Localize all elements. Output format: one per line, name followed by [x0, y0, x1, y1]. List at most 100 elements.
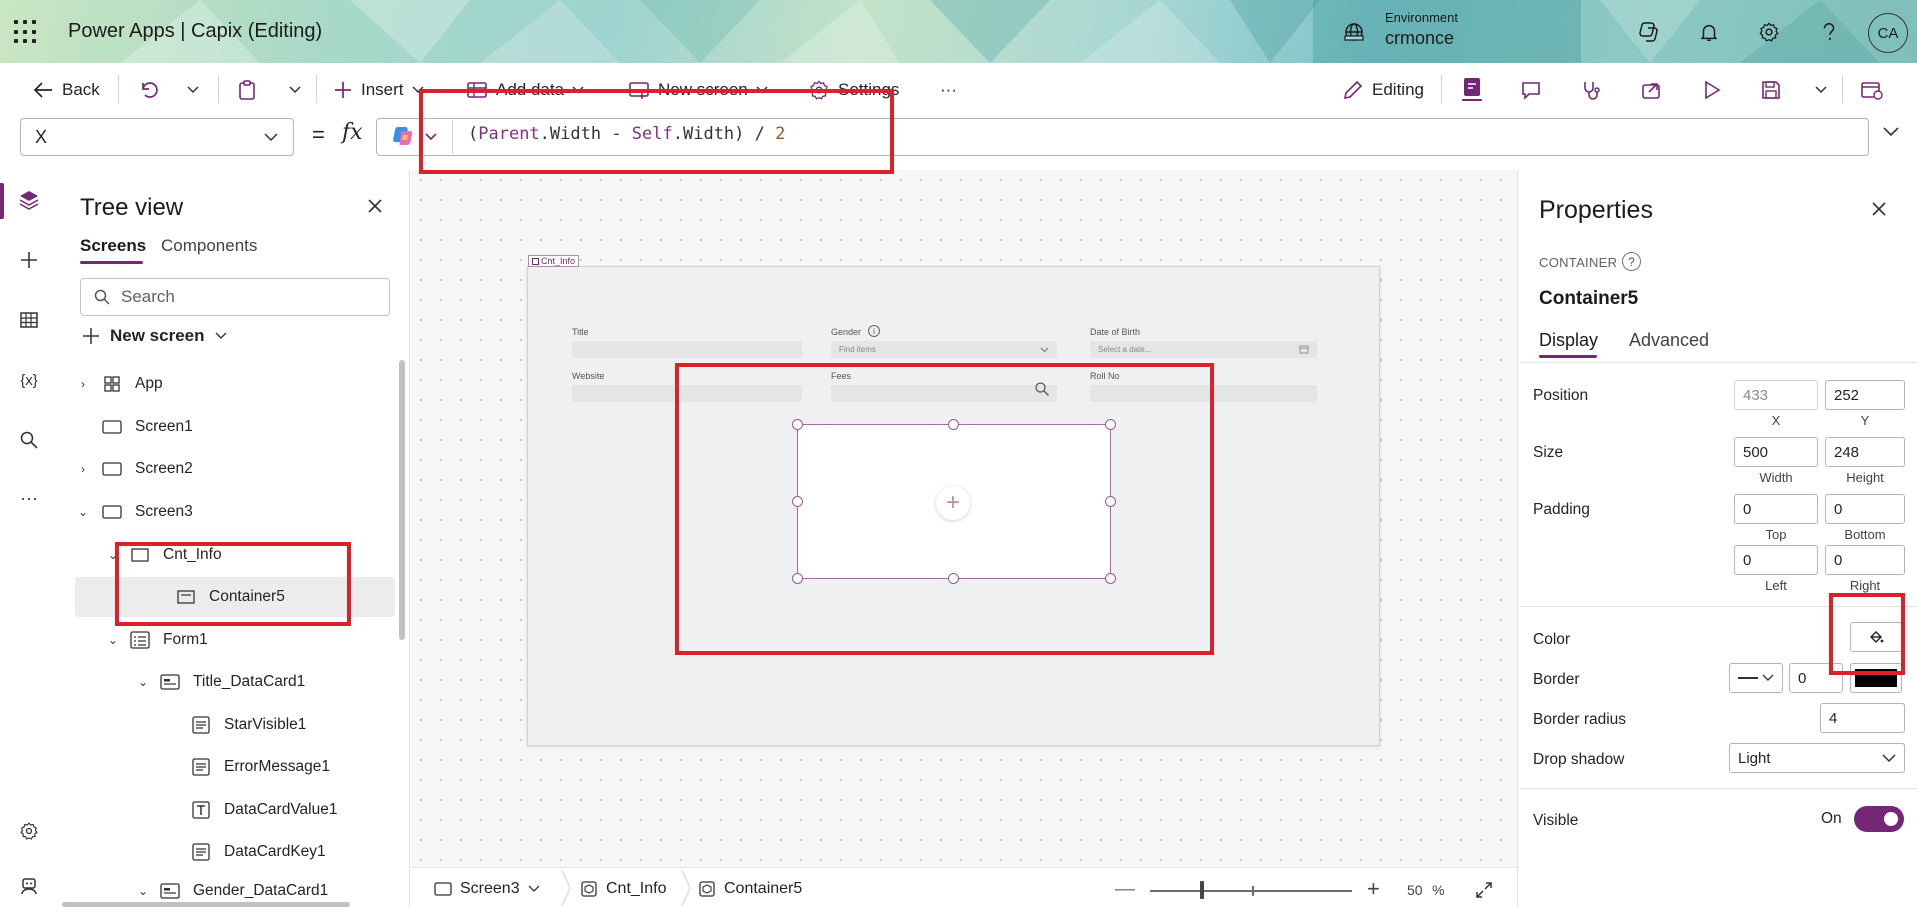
breadcrumb-container5[interactable]: Container5	[698, 880, 802, 898]
close-icon[interactable]	[367, 198, 383, 214]
zoom-slider[interactable]	[1150, 890, 1352, 892]
paste-dropdown-button[interactable]	[288, 78, 302, 102]
virtual-agent-icon[interactable]	[17, 874, 41, 898]
variables-icon[interactable]: {x}	[17, 368, 41, 392]
tab-screens[interactable]: Screens	[80, 236, 146, 256]
more-commands-button[interactable]: ···	[940, 78, 957, 102]
chevron-right-icon[interactable]: ›	[75, 377, 91, 391]
resize-handle-left[interactable]	[792, 496, 803, 507]
tree-view-layers-icon[interactable]	[17, 188, 41, 212]
monitor-button[interactable]	[1580, 78, 1602, 102]
tree-horizontal-scrollbar[interactable]	[62, 902, 350, 907]
fit-to-window-icon[interactable]	[1474, 880, 1494, 900]
field-input-website[interactable]	[572, 385, 802, 402]
notifications-icon[interactable]	[1696, 19, 1722, 45]
app-checker-button[interactable]	[1460, 76, 1484, 101]
tree-item-datacardkey1[interactable]: DataCardKey1	[190, 832, 395, 872]
border-width-input[interactable]: 0	[1789, 663, 1843, 693]
field-input-gender[interactable]: Find items	[831, 341, 1057, 358]
settings-button[interactable]: Settings	[808, 78, 899, 102]
tree-item-container5[interactable]: Container5	[75, 577, 395, 617]
tree-item-screen1[interactable]: Screen1	[75, 407, 395, 447]
chevron-down-icon[interactable]: ⌄	[105, 548, 121, 562]
rail-settings-icon[interactable]	[17, 819, 41, 843]
resize-handle-top[interactable]	[948, 419, 959, 430]
paste-button[interactable]	[236, 78, 258, 102]
zoom-out-button[interactable]: —	[1115, 878, 1135, 901]
border-color-picker[interactable]	[1850, 663, 1902, 693]
resize-handle-bottom-right[interactable]	[1105, 573, 1116, 584]
app-launcher-icon[interactable]	[14, 20, 38, 44]
save-dropdown-button[interactable]	[1814, 78, 1828, 102]
tree-item-starvisible1[interactable]: StarVisible1	[190, 705, 395, 745]
padding-bottom-input[interactable]: 0	[1825, 494, 1905, 524]
tree-item-errormessage1[interactable]: ErrorMessage1	[190, 747, 395, 787]
tree-item-app[interactable]: › App	[75, 364, 395, 404]
search-icon[interactable]	[17, 428, 41, 452]
tab-components[interactable]: Components	[161, 236, 257, 256]
copilot-icon[interactable]	[1636, 19, 1662, 45]
drop-shadow-dropdown[interactable]: Light	[1729, 743, 1905, 773]
resize-handle-top-left[interactable]	[792, 419, 803, 430]
undo-button[interactable]	[138, 78, 160, 102]
tree-item-title-datacard1[interactable]: ⌄ Title_DataCard1	[135, 662, 395, 702]
chevron-right-icon[interactable]: ›	[75, 462, 91, 476]
user-avatar[interactable]: CA	[1868, 13, 1908, 53]
resize-handle-top-right[interactable]	[1105, 419, 1116, 430]
back-button[interactable]: Back	[32, 78, 100, 102]
width-input[interactable]: 500	[1734, 437, 1818, 467]
visible-toggle[interactable]	[1854, 806, 1904, 832]
zoom-slider-thumb[interactable]	[1200, 881, 1204, 899]
field-input-dob[interactable]: Select a date...	[1090, 341, 1317, 358]
field-input-title[interactable]	[572, 341, 802, 358]
help-icon[interactable]: ?	[1622, 252, 1641, 271]
comments-button[interactable]	[1520, 78, 1542, 102]
position-y-input[interactable]: 252	[1825, 380, 1905, 410]
tree-item-screen3[interactable]: ⌄ Screen3	[75, 492, 395, 532]
breadcrumb-screen3[interactable]: Screen3	[434, 880, 540, 898]
border-radius-input[interactable]: 4	[1820, 703, 1905, 733]
field-input-fees[interactable]	[831, 385, 1057, 402]
copilot-formula-icon[interactable]	[392, 125, 414, 147]
new-screen-button[interactable]: New screen	[628, 78, 768, 102]
insert-plus-icon[interactable]	[17, 248, 41, 272]
more-icon[interactable]: ···	[17, 486, 41, 510]
share-button[interactable]	[1640, 78, 1662, 102]
add-data-button[interactable]: Add data	[466, 78, 584, 102]
tree-item-form1[interactable]: ⌄ Form1	[105, 620, 395, 660]
resize-handle-bottom[interactable]	[948, 573, 959, 584]
save-button[interactable]	[1760, 78, 1782, 102]
resize-handle-bottom-left[interactable]	[792, 573, 803, 584]
editing-mode-button[interactable]: Editing	[1342, 78, 1424, 102]
tab-display[interactable]: Display	[1539, 330, 1598, 351]
property-selector[interactable]: X	[20, 118, 294, 156]
padding-left-input[interactable]: 0	[1734, 545, 1818, 575]
padding-top-input[interactable]: 0	[1734, 494, 1818, 524]
field-input-roll-no[interactable]	[1090, 385, 1317, 402]
tree-item-cnt-info[interactable]: ⌄ Cnt_Info	[105, 535, 395, 575]
tree-search-input[interactable]: Search	[80, 278, 390, 316]
chevron-down-icon[interactable]: ⌄	[135, 884, 151, 898]
chevron-down-icon[interactable]	[424, 132, 438, 142]
breadcrumb-cnt-info[interactable]: Cnt_Info	[580, 880, 666, 898]
preview-play-button[interactable]	[1702, 78, 1722, 102]
color-picker-button[interactable]	[1850, 622, 1902, 652]
close-icon[interactable]	[1871, 201, 1887, 217]
border-style-dropdown[interactable]	[1729, 663, 1783, 693]
tree-item-screen2[interactable]: › Screen2	[75, 449, 395, 489]
position-x-input[interactable]: 433	[1734, 380, 1818, 410]
chevron-down-icon[interactable]: ⌄	[75, 505, 91, 519]
tab-advanced[interactable]: Advanced	[1629, 330, 1709, 351]
help-icon[interactable]	[1816, 19, 1842, 45]
chevron-down-icon[interactable]: ⌄	[135, 675, 151, 689]
resize-handle-right[interactable]	[1105, 496, 1116, 507]
height-input[interactable]: 248	[1825, 437, 1905, 467]
undo-dropdown-button[interactable]	[186, 78, 200, 102]
new-screen-button[interactable]: New screen	[82, 326, 227, 346]
settings-gear-icon[interactable]	[1756, 19, 1782, 45]
tree-scrollbar[interactable]	[399, 360, 405, 640]
zoom-in-button[interactable]: +	[1367, 876, 1380, 902]
insert-button[interactable]: Insert	[333, 78, 424, 102]
chevron-down-icon[interactable]: ⌄	[105, 633, 121, 647]
add-control-plus-icon[interactable]: +	[936, 486, 970, 520]
